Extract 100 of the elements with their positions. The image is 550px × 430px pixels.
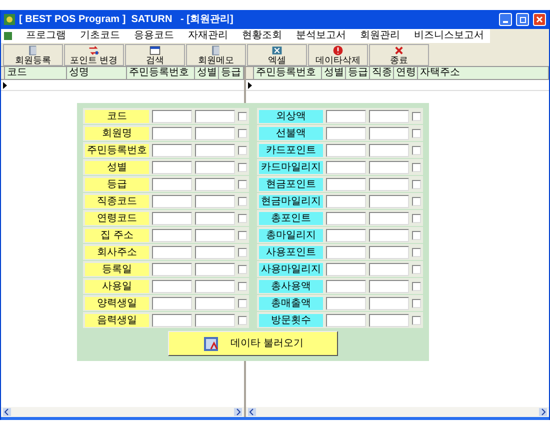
toolbar-button[interactable]: 검색 (125, 44, 185, 66)
toolbar-button[interactable]: 종료 (369, 44, 429, 66)
menu-item[interactable]: 응용코드 (134, 30, 174, 42)
toolbar-button[interactable]: 데이타삭제 (308, 44, 368, 66)
checkbox[interactable] (238, 214, 247, 222)
toolbar-button[interactable]: 회원메모 (186, 44, 246, 66)
column-header[interactable]: 연령 (394, 67, 418, 79)
input-field[interactable] (195, 212, 235, 224)
input-field[interactable] (152, 160, 192, 174)
horizontal-scrollbar[interactable] (1, 407, 244, 417)
right-arrow-icon[interactable] (539, 408, 547, 416)
input-field[interactable] (152, 212, 192, 224)
checkbox[interactable] (412, 180, 421, 188)
column-header[interactable]: 주민등록번호 (127, 67, 195, 79)
input-field[interactable] (195, 228, 235, 242)
menu-item[interactable]: 기초코드 (80, 30, 120, 42)
input-field[interactable] (195, 262, 235, 276)
checkbox[interactable] (412, 282, 421, 290)
input-field[interactable] (369, 314, 409, 326)
input-field[interactable] (326, 178, 366, 190)
horizontal-scrollbar[interactable] (246, 407, 549, 417)
column-header[interactable]: 코드 (5, 67, 67, 79)
checkbox[interactable] (238, 162, 247, 172)
input-field[interactable] (195, 110, 235, 122)
input-field[interactable] (195, 144, 235, 156)
restore-button[interactable] (516, 13, 529, 26)
input-field[interactable] (152, 144, 192, 156)
input-field[interactable] (152, 126, 192, 140)
checkbox[interactable] (412, 196, 421, 206)
input-field[interactable] (195, 178, 235, 190)
close-button[interactable] (533, 13, 546, 26)
input-field[interactable] (195, 296, 235, 310)
right-arrow-icon[interactable] (234, 408, 242, 416)
input-field[interactable] (152, 280, 192, 292)
input-field[interactable] (369, 110, 409, 122)
input-field[interactable] (369, 228, 409, 242)
column-header[interactable]: 성별 (195, 67, 219, 79)
checkbox[interactable] (412, 298, 421, 308)
menu-item[interactable]: 자재관리 (188, 30, 228, 42)
column-header[interactable]: 등급 (346, 67, 370, 79)
checkbox[interactable] (412, 230, 421, 240)
input-field[interactable] (326, 262, 366, 276)
checkbox[interactable] (412, 264, 421, 274)
input-field[interactable] (152, 314, 192, 326)
checkbox[interactable] (412, 162, 421, 172)
checkbox[interactable] (238, 146, 247, 154)
input-field[interactable] (326, 228, 366, 242)
input-field[interactable] (195, 246, 235, 258)
checkbox[interactable] (412, 248, 421, 256)
menu-item[interactable]: 현황조회 (242, 30, 282, 42)
input-field[interactable] (369, 212, 409, 224)
input-field[interactable] (195, 126, 235, 140)
input-field[interactable] (152, 228, 192, 242)
column-header[interactable]: 등급 (219, 67, 244, 79)
toolbar-button[interactable]: 포인트 변경 (64, 44, 124, 66)
input-field[interactable] (326, 314, 366, 326)
input-field[interactable] (326, 246, 366, 258)
checkbox[interactable] (238, 112, 247, 120)
input-field[interactable] (369, 194, 409, 208)
checkbox[interactable] (238, 230, 247, 240)
input-field[interactable] (369, 262, 409, 276)
input-field[interactable] (152, 246, 192, 258)
input-field[interactable] (326, 126, 366, 140)
checkbox[interactable] (238, 316, 247, 324)
input-field[interactable] (195, 160, 235, 174)
column-header[interactable]: 성별 (322, 67, 346, 79)
menu-item[interactable]: 분석보고서 (296, 30, 346, 42)
menu-item[interactable]: 프로그램 (26, 30, 66, 42)
input-field[interactable] (152, 110, 192, 122)
toolbar-button[interactable]: 엑셀 (247, 44, 307, 66)
input-field[interactable] (326, 212, 366, 224)
column-header[interactable]: 자택주소 (418, 67, 549, 79)
checkbox[interactable] (238, 248, 247, 256)
column-header[interactable]: 직종 (370, 67, 394, 79)
input-field[interactable] (152, 178, 192, 190)
input-field[interactable] (369, 126, 409, 140)
input-field[interactable] (369, 160, 409, 174)
checkbox[interactable] (238, 264, 247, 274)
input-field[interactable] (326, 110, 366, 122)
input-field[interactable] (369, 178, 409, 190)
input-field[interactable] (152, 194, 192, 208)
checkbox[interactable] (238, 196, 247, 206)
toolbar-button[interactable]: 회원등록 (3, 44, 63, 66)
input-field[interactable] (326, 194, 366, 208)
checkbox[interactable] (412, 112, 421, 120)
input-field[interactable] (326, 296, 366, 310)
checkbox[interactable] (412, 146, 421, 154)
input-field[interactable] (195, 280, 235, 292)
left-arrow-icon[interactable] (3, 408, 11, 416)
input-field[interactable] (152, 262, 192, 276)
checkbox[interactable] (238, 298, 247, 308)
checkbox[interactable] (238, 282, 247, 290)
load-data-button[interactable]: 데이타 불러오기 (168, 331, 338, 356)
checkbox[interactable] (412, 128, 421, 138)
checkbox[interactable] (238, 128, 247, 138)
input-field[interactable] (326, 144, 366, 156)
input-field[interactable] (369, 144, 409, 156)
column-header[interactable]: 성명 (67, 67, 127, 79)
menu-item[interactable]: 회원관리 (360, 30, 400, 42)
input-field[interactable] (326, 280, 366, 292)
